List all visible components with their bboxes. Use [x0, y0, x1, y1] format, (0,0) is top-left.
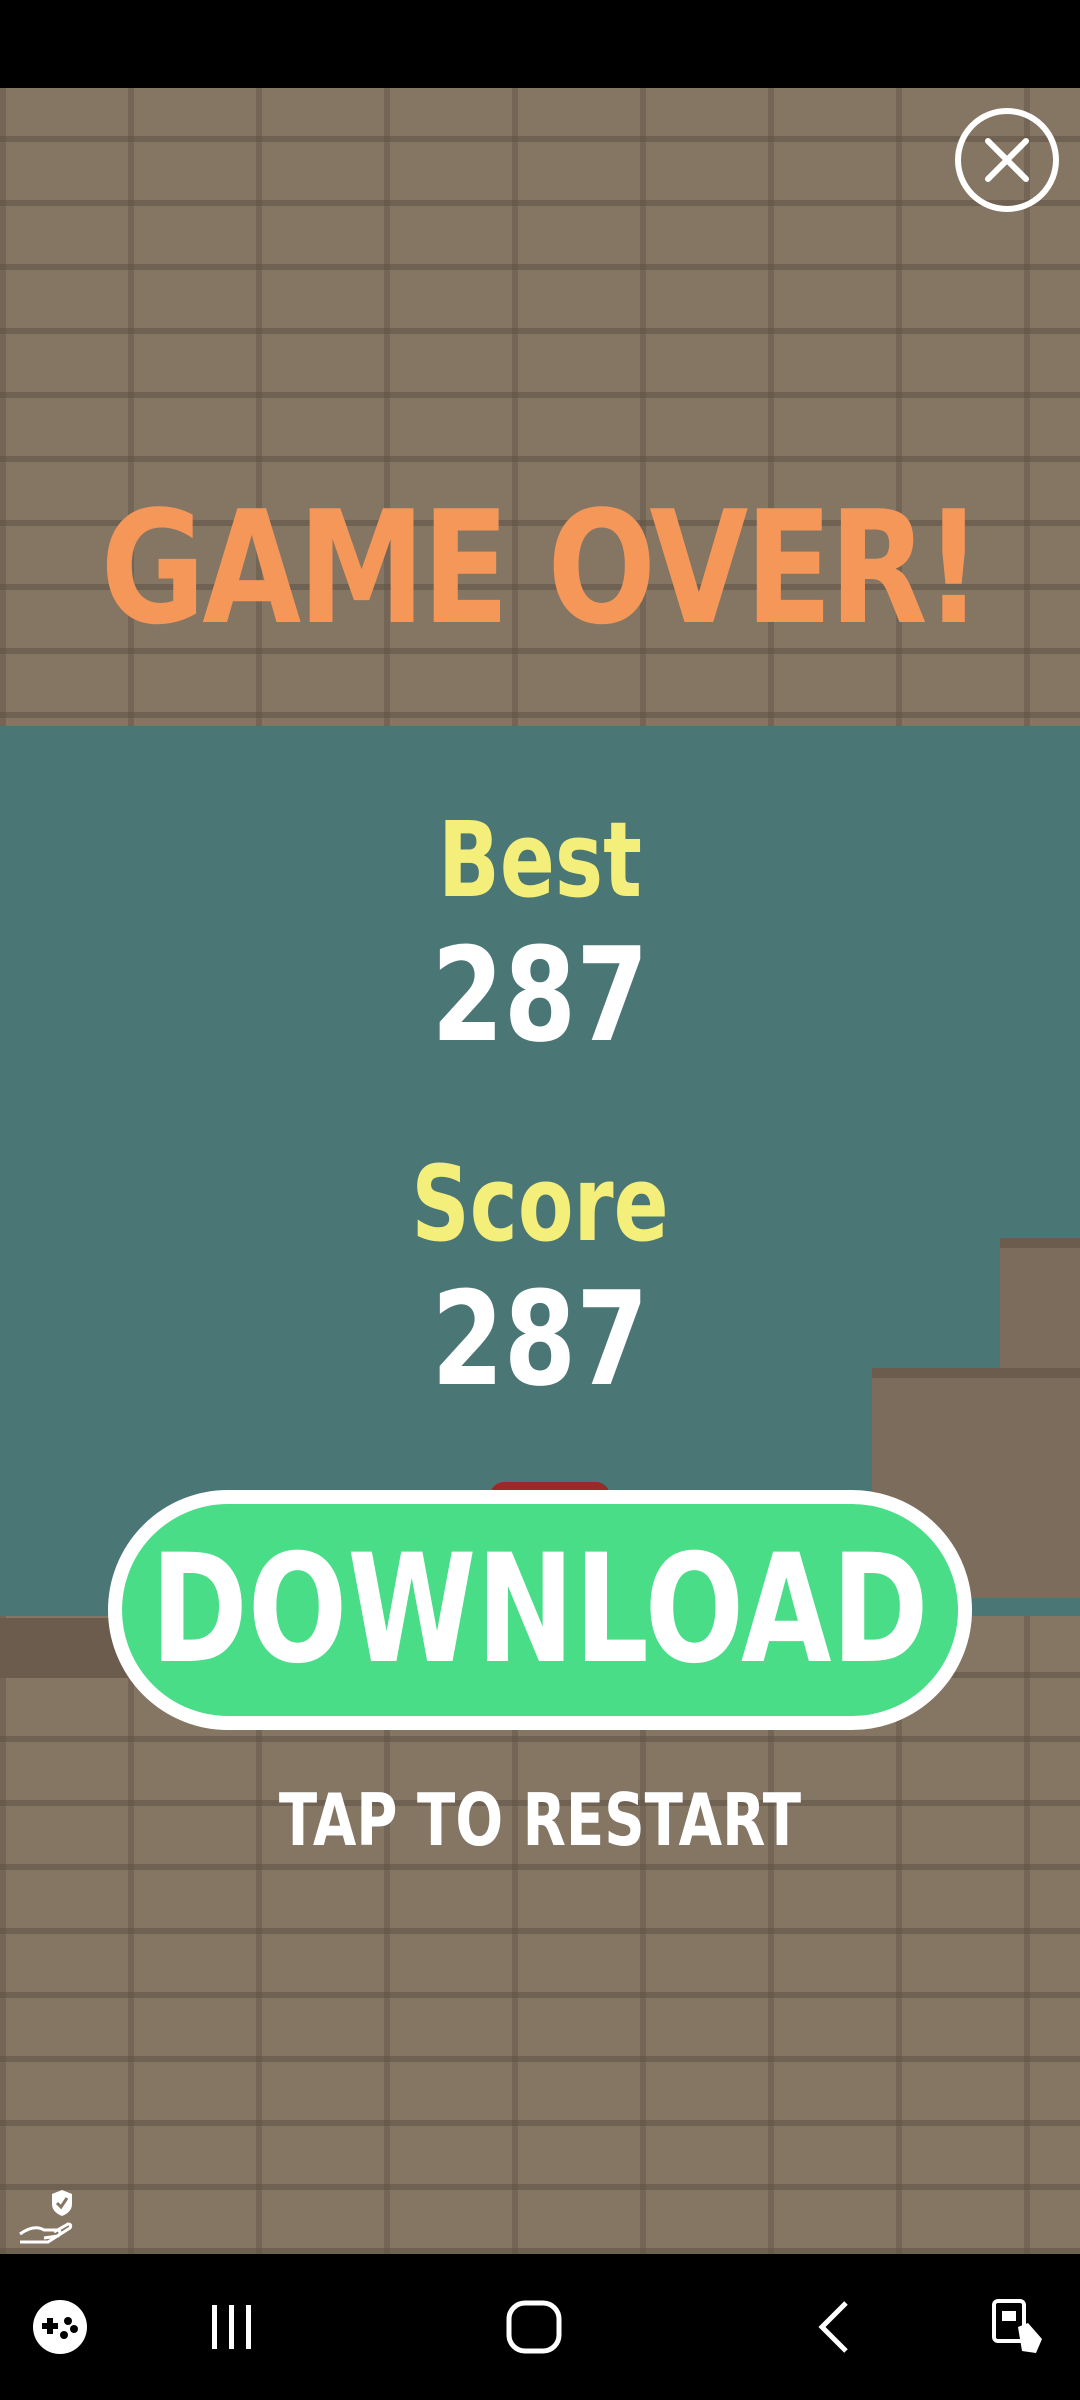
nav-back[interactable] — [776, 2254, 896, 2400]
score-label: Score — [411, 1143, 669, 1265]
tap-to-restart[interactable]: TAP TO RESTART — [119, 1784, 961, 1856]
touch-assist-icon — [992, 2299, 1042, 2353]
brick-ledge — [1000, 1238, 1080, 1388]
best-value: 287 — [431, 919, 649, 1071]
home-icon — [506, 2300, 562, 2354]
download-button[interactable]: DOWNLOAD — [108, 1490, 972, 1730]
recents-icon — [212, 2305, 251, 2349]
nav-home[interactable] — [474, 2254, 594, 2400]
status-bar — [0, 0, 1080, 88]
close-icon — [985, 138, 1029, 182]
ad-privacy-icon[interactable] — [14, 2184, 78, 2248]
nav-game-launcher[interactable] — [0, 2254, 120, 2400]
system-nav-bar — [0, 2254, 1080, 2400]
nav-recents[interactable] — [172, 2254, 292, 2400]
score-value: 287 — [431, 1263, 649, 1415]
close-button[interactable] — [955, 108, 1059, 212]
best-label: Best — [438, 799, 642, 921]
game-over-title: GAME OVER! — [100, 477, 983, 659]
download-label: DOWNLOAD — [151, 1523, 929, 1697]
game-launcher-icon — [33, 2300, 87, 2354]
nav-touch-assist[interactable] — [958, 2254, 1078, 2400]
back-icon — [818, 2301, 848, 2353]
